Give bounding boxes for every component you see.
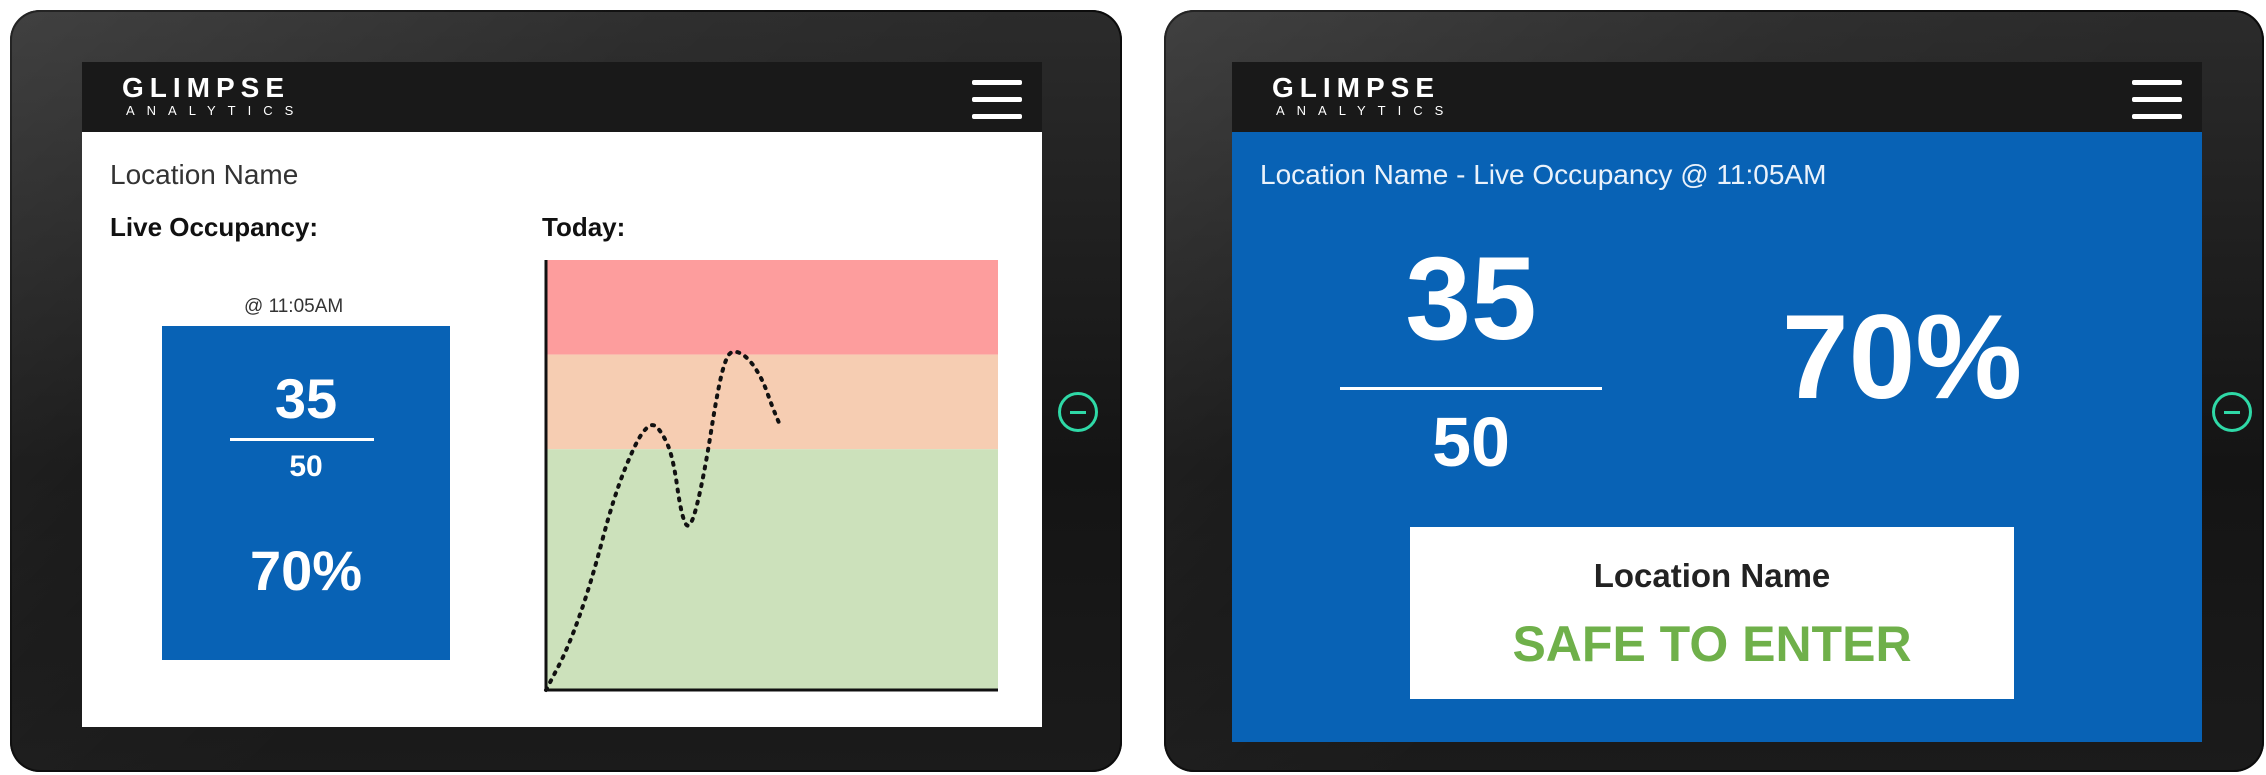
fraction-divider [1340,387,1602,390]
power-icon[interactable] [2212,392,2252,432]
logo: GLIMPSE ANALYTICS [1272,72,1456,118]
tablet-device-left: GLIMPSE ANALYTICS Location Name Live Occ… [10,10,1122,772]
live-occupancy-label: Live Occupancy: [110,212,319,242]
zone-green [546,449,998,690]
dashboard-screen: GLIMPSE ANALYTICS Location Name Live Occ… [82,62,1042,727]
occupancy-card: 35 50 70% [162,326,450,660]
current-count: 35 [1405,233,1537,365]
tablet-device-right: GLIMPSE ANALYTICS Location Name - Live O… [1164,10,2264,772]
today-label: Today: [542,212,626,242]
power-icon[interactable] [1058,392,1098,432]
app-bar: GLIMPSE ANALYTICS [82,62,1042,132]
hamburger-menu-icon[interactable] [972,80,1022,120]
occupancy-chart [544,260,998,692]
capacity: 50 [289,450,323,483]
status-location-name: Location Name [1593,557,1831,594]
current-count: 35 [274,367,338,430]
occupancy-percent: 70% [1781,290,2023,424]
occupancy-percent: 70% [249,539,363,602]
capacity: 50 [1432,403,1510,481]
fraction-divider [230,438,374,441]
live-occupancy-header: Location Name - Live Occupancy @ 11:05AM [1260,159,1827,190]
entry-status-card: Location Name SAFE TO ENTER [1410,527,2014,699]
hamburger-menu-icon[interactable] [2132,80,2182,120]
location-name: Location Name [110,159,299,190]
logo: GLIMPSE ANALYTICS [122,72,306,118]
status-message: SAFE TO ENTER [1512,616,1912,672]
entrance-screen: GLIMPSE ANALYTICS Location Name - Live O… [1232,62,2202,742]
zone-red [546,260,998,355]
app-bar: GLIMPSE ANALYTICS [1232,62,2202,132]
timestamp: @ 11:05AM [244,296,344,317]
